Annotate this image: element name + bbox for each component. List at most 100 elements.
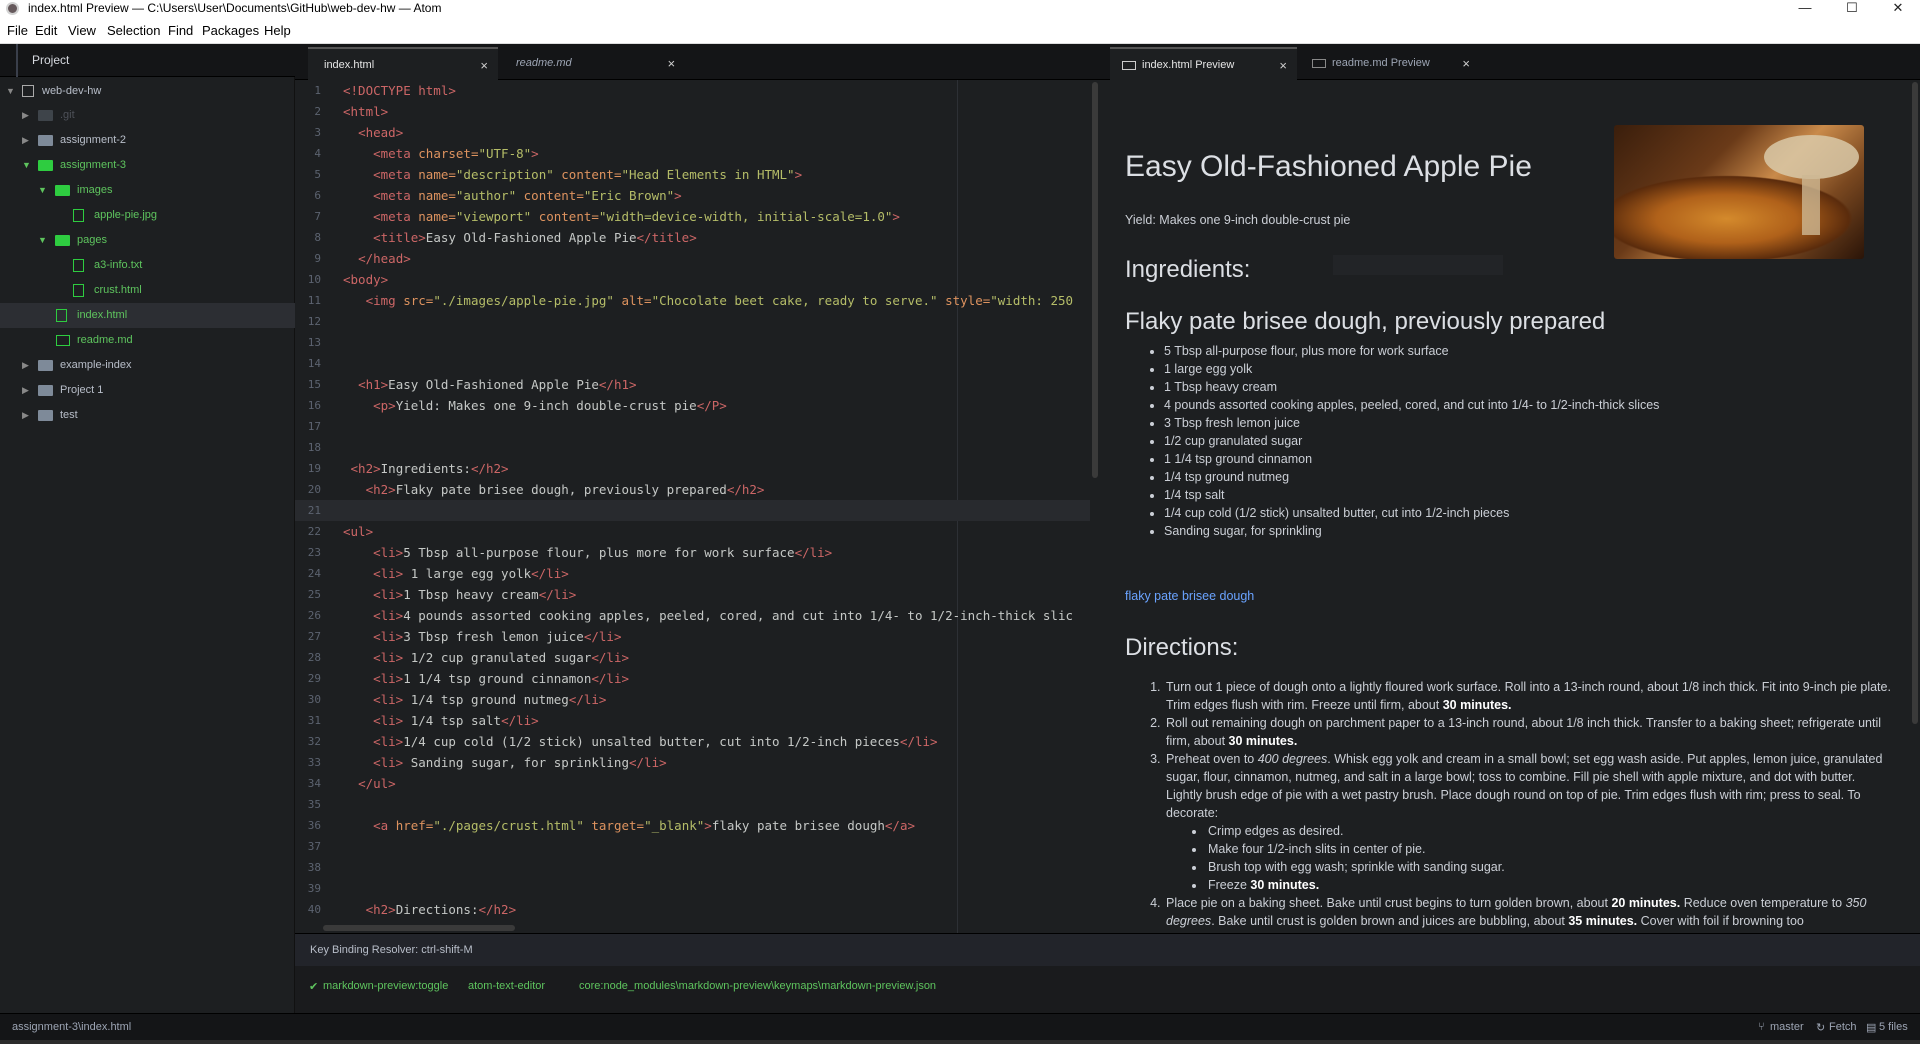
code-line[interactable]: 9 </head> bbox=[295, 248, 1090, 269]
tree-item-readme-md[interactable]: readme.md bbox=[0, 328, 295, 353]
code-line[interactable]: 28 <li> 1/2 cup granulated sugar</li> bbox=[295, 647, 1090, 668]
code-line[interactable]: 36 <a href="./pages/crust.html" target="… bbox=[295, 815, 1090, 836]
tree-item-images[interactable]: ▼ images bbox=[0, 178, 295, 203]
tab-readme-md-preview[interactable]: readme.md Preview × bbox=[1300, 47, 1480, 80]
code-line[interactable]: 26 <li>4 pounds assorted cooking apples,… bbox=[295, 605, 1090, 626]
menu-find[interactable]: Find bbox=[168, 23, 193, 38]
tab-readme-md[interactable]: readme.md × bbox=[500, 47, 685, 80]
menu-file[interactable]: File bbox=[7, 23, 28, 38]
folder-icon bbox=[38, 360, 53, 371]
code-line[interactable]: 33 <li> Sanding sugar, for sprinkling</l… bbox=[295, 752, 1090, 773]
line-number: 7 bbox=[314, 210, 321, 223]
tree-item-assignment-2[interactable]: ▶ assignment-2 bbox=[0, 128, 295, 153]
code-line[interactable]: 13 bbox=[295, 332, 1090, 353]
code-line[interactable]: 16 <p>Yield: Makes one 9-inch double-cru… bbox=[295, 395, 1090, 416]
taskbar-strip bbox=[0, 1040, 1920, 1044]
code-line[interactable]: 21 bbox=[295, 500, 1090, 521]
close-tab-icon[interactable]: × bbox=[480, 49, 488, 82]
code-line[interactable]: 1 <!DOCTYPE html> bbox=[295, 80, 1090, 101]
code-line[interactable]: 37 bbox=[295, 836, 1090, 857]
code-line[interactable]: 22 <ul> bbox=[295, 521, 1090, 542]
close-tab-icon[interactable]: × bbox=[667, 47, 675, 80]
status-files[interactable]: 5 files bbox=[1879, 1021, 1908, 1033]
code-line[interactable]: 18 bbox=[295, 437, 1090, 458]
menu-selection[interactable]: Selection bbox=[107, 23, 160, 38]
editor-horizontal-scroll-thumb[interactable] bbox=[323, 925, 515, 931]
code-line[interactable]: 20 <h2>Flaky pate brisee dough, previous… bbox=[295, 479, 1090, 500]
tree-item-a3-info-txt[interactable]: a3-info.txt bbox=[0, 253, 295, 278]
code-line[interactable]: 10 <body> bbox=[295, 269, 1090, 290]
code-line[interactable]: 30 <li> 1/4 tsp ground nutmeg</li> bbox=[295, 689, 1090, 710]
code-token: </h2> bbox=[478, 902, 517, 917]
code-line[interactable]: 25 <li>1 Tbsp heavy cream</li> bbox=[295, 584, 1090, 605]
close-window-button[interactable]: ✕ bbox=[1876, 0, 1920, 17]
code-line[interactable]: 32 <li>1/4 cup cold (1/2 stick) unsalted… bbox=[295, 731, 1090, 752]
status-branch[interactable]: master bbox=[1770, 1021, 1804, 1033]
code-line[interactable]: 27 <li>3 Tbsp fresh lemon juice</li> bbox=[295, 626, 1090, 647]
tree-item-web-dev-hw[interactable]: ▼ web-dev-hw bbox=[0, 79, 295, 104]
code-line[interactable]: 40 <h2>Directions:</h2> bbox=[295, 899, 1090, 920]
code-line[interactable]: 31 <li> 1/4 tsp salt</li> bbox=[295, 710, 1090, 731]
code-content: </head> bbox=[343, 248, 411, 269]
status-file-path[interactable]: assignment-3\index.html bbox=[12, 1021, 131, 1033]
code-token: <li> bbox=[373, 755, 404, 770]
tree-item-project-1[interactable]: ▶ Project 1 bbox=[0, 378, 295, 403]
menu-packages[interactable]: Packages bbox=[202, 23, 259, 38]
status-fetch[interactable]: Fetch bbox=[1829, 1021, 1857, 1033]
tab-label: index.html Preview bbox=[1142, 59, 1235, 71]
close-tab-icon[interactable]: × bbox=[1279, 49, 1287, 82]
menu-edit[interactable]: Edit bbox=[35, 23, 57, 38]
tree-item-assignment-3[interactable]: ▼ assignment-3 bbox=[0, 153, 295, 178]
code-line[interactable]: 8 <title>Easy Old-Fashioned Apple Pie</t… bbox=[295, 227, 1090, 248]
code-line[interactable]: 24 <li> 1 large egg yolk</li> bbox=[295, 563, 1090, 584]
code-line[interactable]: 34 </ul> bbox=[295, 773, 1090, 794]
direction-step: Place pie on a baking sheet. Bake until … bbox=[1164, 894, 1892, 930]
code-line[interactable]: 15 <h1>Easy Old-Fashioned Apple Pie</h1> bbox=[295, 374, 1090, 395]
menu-help[interactable]: Help bbox=[264, 23, 291, 38]
tree-item-test[interactable]: ▶ test bbox=[0, 403, 295, 428]
markdown-icon bbox=[1122, 60, 1136, 70]
code-token: name= bbox=[418, 188, 456, 203]
code-line[interactable]: 2 <html> bbox=[295, 101, 1090, 122]
crust-link[interactable]: flaky pate brisee dough bbox=[1125, 589, 1254, 603]
code-line[interactable]: 7 <meta name="viewport" content="width=d… bbox=[295, 206, 1090, 227]
tree-item-apple-pie-jpg[interactable]: apple-pie.jpg bbox=[0, 203, 295, 228]
preview-scroll-thumb[interactable] bbox=[1912, 82, 1918, 724]
code-token: </ul> bbox=[358, 776, 396, 791]
tree-item-index-html[interactable]: index.html bbox=[0, 303, 295, 328]
code-line[interactable]: 38 bbox=[295, 857, 1090, 878]
close-tab-icon[interactable]: × bbox=[1462, 47, 1470, 80]
code-line[interactable]: 6 <meta name="author" content="Eric Brow… bbox=[295, 185, 1090, 206]
code-line[interactable]: 14 bbox=[295, 353, 1090, 374]
code-line[interactable]: 19 <h2>Ingredients:</h2> bbox=[295, 458, 1090, 479]
line-number: 21 bbox=[307, 504, 321, 517]
code-line[interactable]: 4 <meta charset="UTF-8"> bbox=[295, 143, 1090, 164]
tree-item-crust-html[interactable]: crust.html bbox=[0, 278, 295, 303]
code-line[interactable]: 17 bbox=[295, 416, 1090, 437]
code-line[interactable]: 3 <head> bbox=[295, 122, 1090, 143]
minimize-button[interactable]: — bbox=[1783, 0, 1827, 17]
tab-project[interactable]: Project bbox=[16, 44, 206, 77]
code-editor[interactable]: 1 <!DOCTYPE html> 2 <html> 3 <head> 4 <meta c… bbox=[295, 80, 1100, 933]
editor-scroll-thumb[interactable] bbox=[1092, 82, 1098, 478]
code-line[interactable]: 29 <li>1 1/4 tsp ground cinnamon</li> bbox=[295, 668, 1090, 689]
tree-item-git[interactable]: ▶ .git bbox=[0, 103, 295, 128]
code-line[interactable]: 39 bbox=[295, 878, 1090, 899]
tab-index-html[interactable]: index.html × bbox=[308, 47, 498, 80]
menu-view[interactable]: View bbox=[68, 23, 96, 38]
tree-item-example-index[interactable]: ▶ example-index bbox=[0, 353, 295, 378]
markdown-file-icon bbox=[56, 335, 70, 346]
tree-item-pages[interactable]: ▼ pages bbox=[0, 228, 295, 253]
code-line[interactable]: 11 <img src="./images/apple-pie.jpg" alt… bbox=[295, 290, 1090, 311]
code-line[interactable]: 12 bbox=[295, 311, 1090, 332]
code-token: content= bbox=[561, 167, 622, 182]
resolver-source[interactable]: core:node_modules\markdown-preview\keyma… bbox=[579, 980, 936, 992]
maximize-button[interactable]: ☐ bbox=[1830, 0, 1874, 17]
step-temp: 400 degrees bbox=[1257, 752, 1328, 766]
code-line[interactable]: 35 bbox=[295, 794, 1090, 815]
code-line[interactable]: 23 <li>5 Tbsp all-purpose flour, plus mo… bbox=[295, 542, 1090, 563]
tab-index-html-preview[interactable]: index.html Preview × bbox=[1110, 47, 1297, 80]
code-line[interactable]: 5 <meta name="description" content="Head… bbox=[295, 164, 1090, 185]
